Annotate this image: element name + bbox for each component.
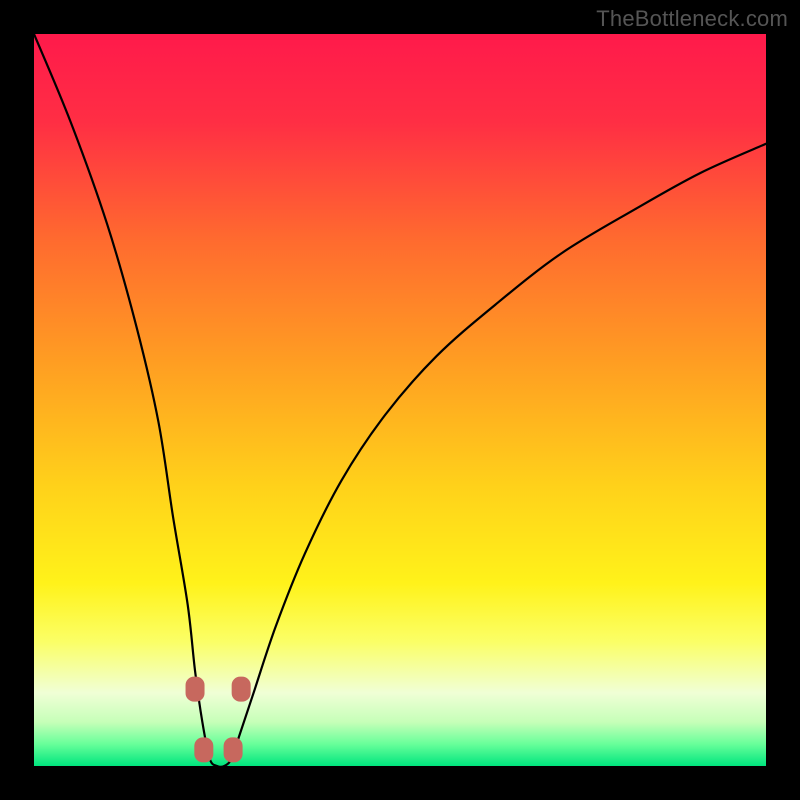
watermark-text: TheBottleneck.com (596, 6, 788, 32)
chart-frame: TheBottleneck.com (0, 0, 800, 800)
curve-layer (34, 34, 766, 766)
curve-marker (186, 677, 204, 701)
curve-marker (232, 677, 250, 701)
curve-markers (186, 677, 250, 762)
bottleneck-curve (34, 34, 766, 766)
curve-marker (195, 738, 213, 762)
plot-area (34, 34, 766, 766)
curve-marker (224, 738, 242, 762)
